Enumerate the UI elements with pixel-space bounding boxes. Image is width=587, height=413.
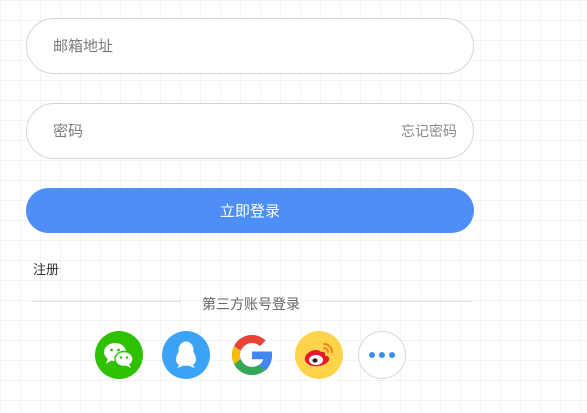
email-input[interactable]	[53, 37, 457, 55]
weibo-login-button[interactable]	[295, 331, 343, 379]
weibo-icon	[304, 343, 333, 367]
more-login-options-button[interactable]	[358, 331, 406, 379]
third-party-login-label: 第三方账号登录	[202, 297, 300, 313]
password-input[interactable]	[53, 122, 401, 140]
google-g-icon	[232, 335, 272, 375]
qq-login-button[interactable]	[162, 331, 210, 379]
forgot-password-link[interactable]: 忘记密码	[401, 121, 457, 141]
wechat-login-button[interactable]	[95, 331, 143, 379]
more-dots-icon	[369, 352, 395, 358]
register-link[interactable]: 注册	[33, 259, 59, 278]
qq-penguin-icon	[176, 341, 196, 368]
google-login-button[interactable]	[228, 331, 276, 379]
password-field[interactable]: 忘记密码	[26, 103, 474, 159]
email-field[interactable]	[26, 18, 474, 74]
login-button[interactable]: 立即登录	[26, 188, 474, 233]
wechat-icon	[104, 343, 134, 368]
